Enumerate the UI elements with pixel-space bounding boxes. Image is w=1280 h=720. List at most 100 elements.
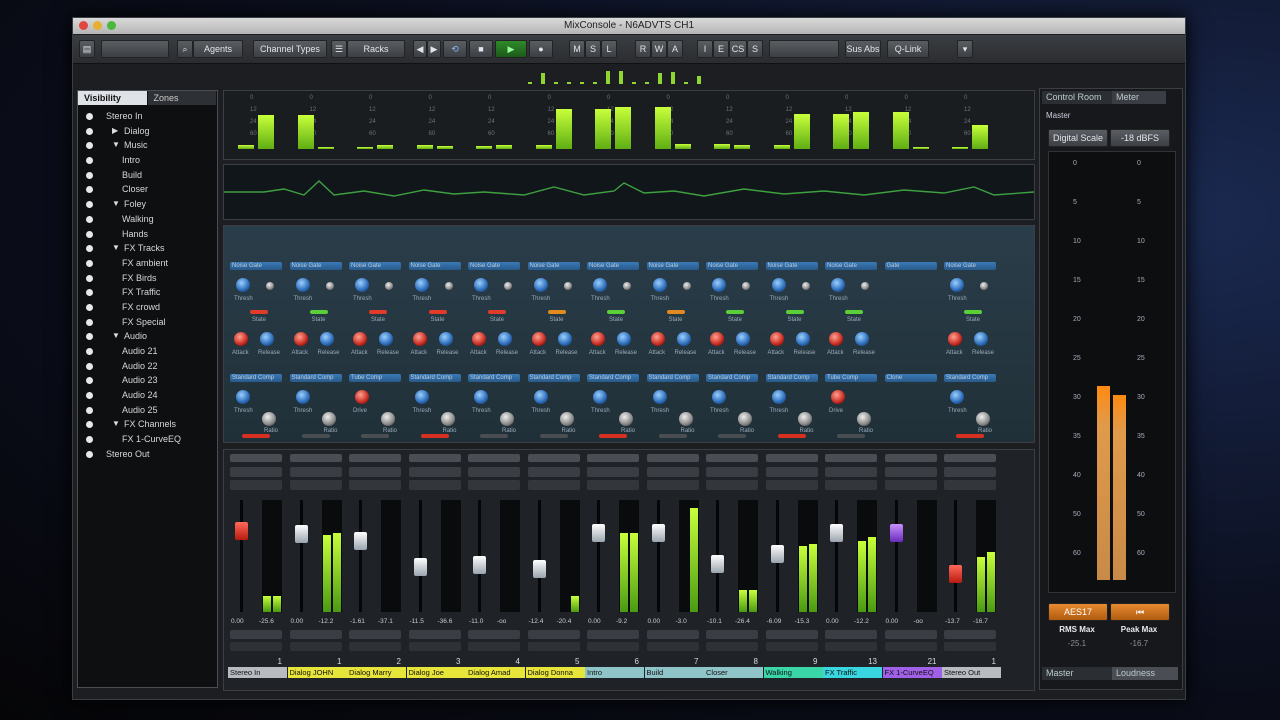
release-knob[interactable] bbox=[260, 332, 274, 346]
channel-name[interactable]: Dialog JOHN bbox=[287, 667, 347, 678]
monitor-row[interactable] bbox=[884, 480, 937, 490]
tree-item[interactable]: ▼ Music bbox=[78, 138, 217, 153]
visibility-dot-icon[interactable] bbox=[86, 186, 93, 194]
attack-knob[interactable] bbox=[650, 332, 665, 346]
small-knob[interactable] bbox=[861, 282, 869, 290]
search-icon[interactable]: ⌕ bbox=[177, 40, 193, 58]
channel-name[interactable]: Closer bbox=[704, 667, 763, 678]
visibility-dot-icon[interactable] bbox=[86, 274, 93, 282]
insert-slot-2[interactable]: Standard Comp bbox=[527, 374, 580, 382]
tree-item[interactable]: Stereo Out bbox=[78, 447, 217, 462]
volume-readout[interactable]: 0.00 bbox=[648, 618, 661, 625]
attack-knob[interactable] bbox=[769, 332, 784, 346]
channel-name[interactable]: Walking bbox=[763, 667, 823, 678]
record-row[interactable] bbox=[706, 642, 758, 651]
mute-solo-row[interactable] bbox=[944, 467, 996, 477]
attack-knob[interactable] bbox=[472, 332, 486, 346]
volume-fader[interactable] bbox=[473, 556, 486, 574]
small-knob[interactable] bbox=[266, 282, 274, 290]
insert-slot-2[interactable]: Clone bbox=[884, 374, 937, 382]
visibility-dot-icon[interactable] bbox=[86, 230, 93, 238]
small-knob[interactable] bbox=[980, 282, 988, 290]
small-knob[interactable] bbox=[563, 282, 572, 290]
release-knob[interactable] bbox=[379, 332, 393, 346]
chevron-down-icon[interactable]: ▼ bbox=[112, 197, 120, 212]
mute-solo-row[interactable] bbox=[527, 467, 580, 477]
insert-slot-1[interactable]: Gate bbox=[884, 262, 937, 270]
pan-slider[interactable] bbox=[884, 454, 937, 462]
channel-types-button[interactable]: Channel Types bbox=[253, 40, 327, 58]
tree-item[interactable]: ▼ Foley bbox=[78, 197, 217, 212]
attack-knob[interactable] bbox=[234, 332, 248, 346]
attack-knob[interactable] bbox=[710, 332, 724, 346]
automation-row[interactable] bbox=[289, 630, 342, 639]
monitor-row[interactable] bbox=[765, 480, 818, 490]
write-button[interactable]: W bbox=[651, 40, 667, 58]
release-knob[interactable] bbox=[557, 332, 572, 346]
mute-solo-row[interactable] bbox=[587, 467, 639, 477]
visibility-dot-icon[interactable] bbox=[86, 406, 93, 414]
sends-button[interactable]: S bbox=[747, 40, 763, 58]
monitor-row[interactable] bbox=[944, 480, 996, 490]
insert-slot-1[interactable]: Noise Gate bbox=[408, 262, 461, 270]
ratio-knob[interactable] bbox=[321, 412, 336, 426]
eq-button[interactable]: E bbox=[713, 40, 729, 58]
reset-icon[interactable]: ⏮ bbox=[1110, 603, 1170, 621]
release-knob[interactable] bbox=[974, 332, 988, 346]
minimize-window-button[interactable] bbox=[93, 21, 102, 30]
visibility-dot-icon[interactable] bbox=[86, 215, 93, 223]
tree-item[interactable]: Hands bbox=[78, 227, 217, 242]
volume-fader[interactable] bbox=[294, 525, 308, 543]
record-row[interactable] bbox=[765, 642, 818, 651]
tree-item[interactable]: Audio 25 bbox=[78, 403, 217, 418]
threshold-knob[interactable] bbox=[593, 278, 607, 292]
record-row[interactable] bbox=[944, 642, 996, 651]
ratio-knob[interactable] bbox=[559, 412, 574, 426]
record-row[interactable] bbox=[408, 642, 461, 651]
attack-knob[interactable] bbox=[531, 332, 546, 346]
small-knob[interactable] bbox=[444, 282, 453, 290]
mute-solo-row[interactable] bbox=[646, 467, 699, 477]
mute-solo-row[interactable] bbox=[230, 467, 282, 477]
small-knob[interactable] bbox=[742, 282, 750, 290]
tree-item[interactable]: FX Traffic bbox=[78, 285, 217, 300]
comp-threshold-knob[interactable] bbox=[295, 390, 310, 404]
mute-solo-row[interactable] bbox=[706, 467, 758, 477]
insert-slot-2[interactable]: Standard Comp bbox=[587, 374, 639, 382]
tree-item[interactable]: Audio 22 bbox=[78, 359, 217, 374]
visibility-dot-icon[interactable] bbox=[86, 289, 93, 297]
pan-slider[interactable] bbox=[944, 454, 996, 462]
tab-meter[interactable]: Meter bbox=[1112, 91, 1166, 104]
insert-slot-1[interactable]: Noise Gate bbox=[587, 262, 639, 270]
record-row[interactable] bbox=[825, 642, 877, 651]
volume-readout[interactable]: -13.7 bbox=[945, 618, 960, 625]
comp-threshold-knob[interactable] bbox=[414, 390, 429, 404]
volume-fader[interactable] bbox=[413, 558, 427, 576]
cycle-icon[interactable]: ⟲ bbox=[443, 40, 467, 58]
chevron-down-icon[interactable]: ▼ bbox=[112, 138, 120, 153]
channel-name[interactable]: FX Traffic bbox=[823, 667, 882, 678]
channel-name[interactable]: Dialog Joe bbox=[406, 667, 466, 678]
record-row[interactable] bbox=[884, 642, 937, 651]
monitor-row[interactable] bbox=[646, 480, 699, 490]
threshold-knob[interactable] bbox=[474, 278, 488, 292]
digital-scale-button[interactable]: Digital Scale bbox=[1048, 129, 1108, 147]
ratio-knob[interactable] bbox=[262, 412, 276, 426]
channel-name[interactable]: Stereo Out bbox=[942, 667, 1001, 678]
volume-fader[interactable] bbox=[889, 524, 903, 542]
close-window-button[interactable] bbox=[79, 21, 88, 30]
automation-row[interactable] bbox=[587, 630, 639, 639]
mute-solo-row[interactable] bbox=[408, 467, 461, 477]
mute-solo-row[interactable] bbox=[825, 467, 877, 477]
visibility-dot-icon[interactable] bbox=[86, 436, 93, 444]
tree-item[interactable]: FX 1-CurveEQ bbox=[78, 432, 217, 447]
small-knob[interactable] bbox=[801, 282, 810, 290]
comp-threshold-knob[interactable] bbox=[236, 390, 250, 404]
insert-slot-1[interactable]: Noise Gate bbox=[706, 262, 758, 270]
release-knob[interactable] bbox=[676, 332, 691, 346]
tree-item[interactable]: Audio 21 bbox=[78, 344, 217, 359]
pan-slider[interactable] bbox=[408, 454, 461, 462]
ratio-knob[interactable] bbox=[738, 412, 752, 426]
automation-row[interactable] bbox=[527, 630, 580, 639]
tree-item[interactable]: ▼ Audio bbox=[78, 329, 217, 344]
